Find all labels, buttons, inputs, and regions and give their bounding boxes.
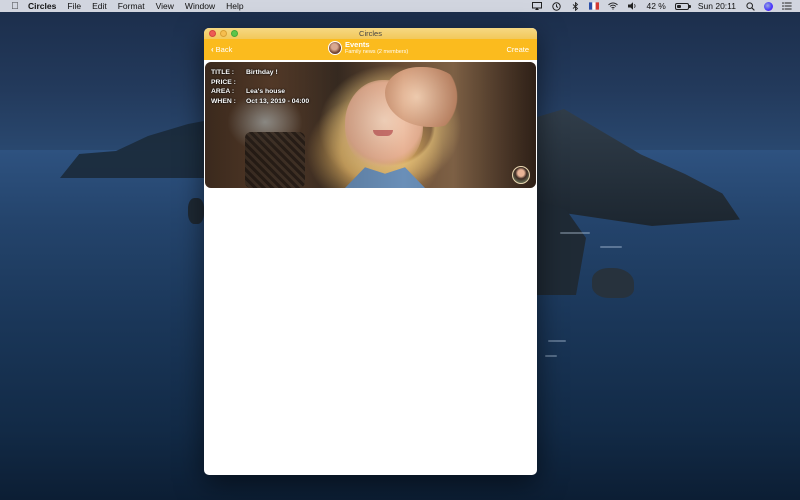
chevron-left-icon: ‹ bbox=[211, 45, 214, 54]
clock[interactable]: Sun 20:11 bbox=[698, 1, 736, 11]
minimize-window-button[interactable] bbox=[220, 30, 227, 37]
menu-help[interactable]: Help bbox=[226, 1, 243, 11]
time-machine-icon[interactable] bbox=[551, 1, 561, 11]
input-source-flag-icon[interactable] bbox=[589, 2, 600, 11]
event-title-row: TITLE : Birthday ! bbox=[211, 68, 309, 78]
back-label: Back bbox=[215, 45, 233, 54]
wallpaper-wave bbox=[545, 355, 557, 357]
window-controls bbox=[209, 30, 238, 37]
wallpaper-wave bbox=[560, 232, 590, 234]
event-area-row: AREA : Lea's house bbox=[211, 87, 309, 97]
menu-bar:  Circles File Edit Format View Window H… bbox=[0, 0, 800, 12]
menu-format[interactable]: Format bbox=[118, 1, 145, 11]
event-creator-avatar[interactable] bbox=[512, 166, 530, 184]
notification-center-icon[interactable] bbox=[782, 2, 792, 11]
wallpaper-wave bbox=[600, 246, 622, 248]
wallpaper-rock bbox=[592, 268, 634, 298]
spotlight-search-icon[interactable] bbox=[745, 1, 755, 11]
event-when-value: Oct 13, 2019 - 04:00 bbox=[246, 97, 310, 105]
airplay-icon[interactable] bbox=[532, 2, 543, 11]
bluetooth-icon[interactable] bbox=[570, 1, 580, 11]
group-avatar bbox=[328, 41, 342, 55]
app-window: Circles ‹ Back Events Family news (2 mem… bbox=[204, 28, 537, 475]
event-area-label: AREA : bbox=[211, 88, 235, 96]
status-area: 42 % Sun 20:11 bbox=[532, 0, 792, 12]
wallpaper-cliff-left bbox=[60, 118, 220, 178]
nav-bar: ‹ Back Events Family news (2 members) Cr… bbox=[204, 39, 537, 60]
close-window-button[interactable] bbox=[209, 30, 216, 37]
event-price-row: PRICE : bbox=[211, 78, 309, 88]
menu-window[interactable]: Window bbox=[185, 1, 215, 11]
menu-file[interactable]: File bbox=[67, 1, 81, 11]
wallpaper-wave bbox=[548, 340, 566, 342]
event-title-label: TITLE : bbox=[211, 69, 235, 76]
menu-view[interactable]: View bbox=[156, 1, 174, 11]
window-titlebar[interactable]: Circles bbox=[204, 28, 537, 39]
event-when-row: WHEN : Oct 13, 2019 - 04:00 bbox=[211, 97, 309, 107]
back-button[interactable]: ‹ Back bbox=[211, 45, 232, 54]
event-when-label: WHEN : bbox=[211, 97, 236, 105]
create-button[interactable]: Create bbox=[506, 45, 529, 54]
volume-icon[interactable] bbox=[627, 2, 637, 11]
nav-subtitle: Family news (2 members) bbox=[345, 48, 409, 55]
nav-title: Events bbox=[345, 40, 370, 49]
menu-app-name[interactable]: Circles bbox=[28, 1, 56, 11]
event-card[interactable]: TITLE : Birthday ! PRICE : AREA : Lea's … bbox=[205, 62, 536, 188]
battery-percent[interactable]: 42 % bbox=[646, 1, 665, 11]
menu-edit[interactable]: Edit bbox=[92, 1, 107, 11]
zoom-window-button[interactable] bbox=[231, 30, 238, 37]
siri-icon[interactable] bbox=[764, 1, 773, 11]
event-details: TITLE : Birthday ! PRICE : AREA : Lea's … bbox=[211, 68, 309, 106]
wallpaper-rock-small bbox=[188, 198, 204, 224]
battery-level-fill bbox=[676, 4, 682, 8]
apple-menu-icon[interactable]:  bbox=[10, 1, 20, 12]
nav-header: Events Family news (2 members) bbox=[328, 41, 408, 55]
wifi-icon[interactable] bbox=[608, 2, 619, 11]
battery-icon[interactable] bbox=[674, 2, 691, 10]
event-area-value: Lea's house bbox=[246, 88, 286, 96]
event-title-value: Birthday ! bbox=[246, 69, 278, 76]
window-title: Circles bbox=[359, 29, 382, 38]
event-price-label: PRICE : bbox=[211, 78, 236, 86]
